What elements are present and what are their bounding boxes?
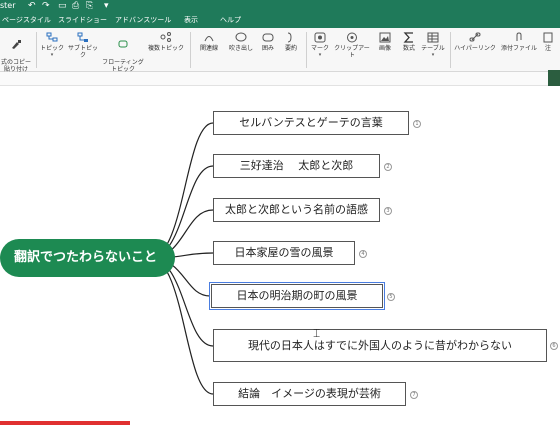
topic-2[interactable]: 三好達治 太郎と次郎 (213, 154, 380, 178)
undo-icon[interactable]: ↶ (28, 0, 36, 12)
topic-icon (46, 32, 58, 42)
multi-topic-icon (160, 32, 171, 42)
video-progress-bar[interactable] (0, 421, 130, 425)
sub-toolbar (0, 72, 560, 86)
ribbon-separator (306, 32, 307, 68)
topic-6[interactable]: 現代の日本人はすでに外国人のように昔がわからない (213, 329, 547, 362)
boundary-button[interactable]: 囲み (256, 32, 280, 52)
mark-button[interactable]: マーク ▾ (308, 32, 332, 59)
title-bar: ster ↶ ↷ ▭ ⎙ ⎘ ▾ (0, 0, 560, 12)
tab-advanced-tools[interactable]: アドバンスツール (115, 15, 171, 25)
topic-badge[interactable]: 5 (387, 293, 395, 301)
chevron-down-icon[interactable]: ▾ (308, 52, 332, 59)
note-button[interactable]: 注 (540, 32, 556, 52)
print-icon[interactable]: ⎘ (86, 0, 93, 12)
ribbon-toolbar: 式のコピー 貼り付け トピック ▾ サブトピック フローティング トピック 複数… (0, 28, 560, 73)
floating-topic-icon (118, 40, 128, 48)
clipart-button[interactable]: クリップアート (332, 32, 372, 59)
note-icon (543, 32, 553, 43)
callout-button[interactable]: 吹き出し (226, 32, 256, 52)
callout-icon (235, 32, 247, 42)
topic-badge[interactable]: 3 (384, 207, 392, 215)
summary-icon (287, 32, 292, 43)
paperclip-icon (516, 32, 522, 41)
table-button[interactable]: テーブル ▾ (420, 32, 446, 59)
table-icon (427, 32, 439, 43)
mouse-cursor-icon: ⌶ (313, 326, 321, 340)
ribbon-separator (450, 32, 451, 68)
mindmap-canvas[interactable]: 翻訳でつたわらないこと セルバンテスとゲーテの言葉 1 三好達治 太郎と次郎 2… (0, 86, 560, 425)
link-icon (469, 32, 481, 42)
image-button[interactable]: 画像 (374, 32, 396, 52)
floating-topic-button[interactable]: フローティング トピック (102, 32, 144, 73)
topic-7[interactable]: 結論 イメージの表現が芸術 (213, 382, 406, 406)
clipart-icon (347, 32, 357, 43)
tab-help[interactable]: ヘルプ (220, 15, 241, 25)
formula-button[interactable]: 数式 (398, 32, 420, 52)
topic-4[interactable]: 日本家屋の雪の風景 (213, 241, 355, 265)
format-copy-button[interactable]: 式のコピー 貼り付け (0, 32, 32, 73)
relation-button[interactable]: 関連線 (194, 32, 224, 52)
central-topic[interactable]: 翻訳でつたわらないこと (0, 239, 175, 277)
topic-1[interactable]: セルバンテスとゲーテの言葉 (213, 111, 409, 135)
summary-button[interactable]: 要約 (280, 32, 302, 52)
emoji-icon (314, 32, 326, 43)
multi-topic-button[interactable]: 複数トピック (146, 32, 186, 52)
hyperlink-button[interactable]: ハイパーリンク (452, 32, 498, 52)
tab-view[interactable]: 表示 (184, 15, 198, 25)
boundary-icon (262, 33, 274, 42)
relation-icon (204, 36, 214, 42)
topic-badge[interactable]: 1 (413, 120, 421, 128)
save-icon[interactable]: ⎙ (72, 0, 79, 12)
sigma-icon (403, 32, 413, 43)
topic-badge[interactable]: 6 (550, 342, 558, 350)
topic-badge[interactable]: 7 (410, 391, 418, 399)
topic-5-selected[interactable]: 日本の明治期の町の風景 (209, 282, 385, 310)
chevron-down-icon[interactable]: ▾ (38, 52, 66, 59)
topic-button[interactable]: トピック ▾ (38, 32, 66, 59)
menu-tab-bar: ページスタイル スライドショー アドバンスツール 表示 ヘルプ (0, 12, 560, 28)
app-title: ster (0, 1, 16, 10)
paintbrush-icon (12, 40, 21, 49)
ribbon-separator (190, 32, 191, 68)
subtopic-button[interactable]: サブトピック (66, 32, 100, 59)
new-file-icon[interactable]: ▭ (58, 0, 67, 12)
topic-badge[interactable]: 2 (384, 163, 392, 171)
redo-icon[interactable]: ↷ (42, 0, 50, 12)
tab-slideshow[interactable]: スライドショー (58, 15, 107, 25)
chevron-down-icon[interactable]: ▾ (420, 52, 446, 59)
export-icon[interactable]: ▾ (104, 0, 109, 12)
attachment-button[interactable]: 添付ファイル (498, 32, 540, 52)
image-icon (379, 32, 391, 43)
subtopic-icon (77, 32, 88, 42)
topic-badge[interactable]: 4 (359, 250, 367, 258)
ribbon-separator (36, 32, 37, 68)
topic-3[interactable]: 太郎と次郎という名前の語感 (213, 198, 380, 222)
tab-page-style[interactable]: ページスタイル (2, 15, 51, 25)
